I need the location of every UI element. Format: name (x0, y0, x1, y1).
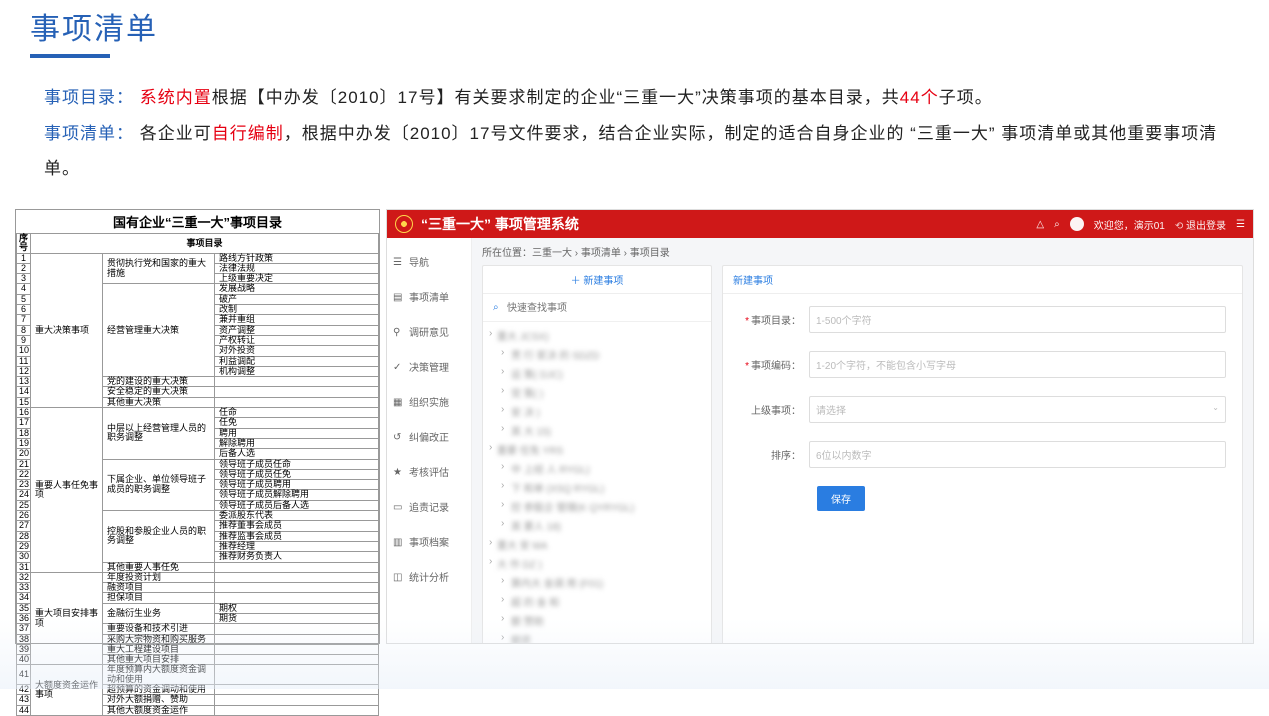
field-catalog-label: *事项目录： (739, 312, 809, 327)
table-row: 1重大决策事项贯彻执行党和国家的重大措施路线方针政策 (17, 253, 379, 263)
nav-item[interactable]: ◫ 统计分析 (387, 559, 471, 594)
nav-label: 事项档案 (409, 534, 449, 549)
nav-item[interactable]: ▤ 事项清单 (387, 279, 471, 314)
side-nav: ☰ 导航 ▤ 事项清单 ⚲ 调研意见 ✓ 决策管理 ▦ 组织实施 ↺ 纠偏改正 ★ 考核评估 ▭ 追责记录 ▥ 事… (387, 238, 472, 643)
catalog-table: 序号 事项目录 1重大决策事项贯彻执行党和国家的重大措施路线方针政策2法律法规3… (16, 233, 379, 716)
description-2: 事项清单： 各企业可自行编制，根据中办发〔2010〕17号文件要求，结合企业实际… (44, 116, 1229, 187)
menu-icon[interactable]: ☰ (1236, 219, 1245, 230)
table-row: 16重要人事任免事项中层以上经营管理人员的职务调整任命 (17, 408, 379, 418)
field-order-label: 排序： (739, 447, 809, 462)
nav-label: 决策管理 (409, 359, 449, 374)
nav-icon: ★ (393, 467, 403, 477)
tree-node[interactable]: 安 决 ) (489, 402, 709, 421)
new-item-button[interactable]: ＋ 新建事项 (483, 266, 711, 294)
nav-label: 导航 (409, 254, 429, 269)
table-row: 32重大项目安排事项年度投资计划 (17, 572, 379, 582)
nav-icon: ▥ (393, 537, 403, 547)
tree-node[interactable]: 下 和单 (XSQ RYGL) (489, 478, 709, 497)
nav-label: 追责记录 (409, 499, 449, 514)
nav-icon: ▤ (393, 292, 403, 302)
tree-node[interactable]: 额 赞助 (489, 611, 709, 630)
table-row: 41大额度资金运作事项年度预算内大额度资金调动和使用 (17, 665, 379, 685)
nav-label: 考核评估 (409, 464, 449, 479)
nav-label: 统计分析 (409, 569, 449, 584)
search-icon: ⌕ (493, 302, 499, 313)
tree-node[interactable]: 重要 任免 YRS (489, 440, 709, 459)
tree-node[interactable]: 算内大 金调 用 (F01) (489, 573, 709, 592)
catalog-table-panel: 国有企业“三重一大”事项目录 序号 事项目录 1重大决策事项贯彻执行党和国家的重… (15, 209, 380, 644)
field-order-input[interactable]: 6位以内数字 (809, 441, 1226, 468)
catalog-title: 国有企业“三重一大”事项目录 (16, 210, 379, 233)
breadcrumb: 所在位置：三重一大 › 事项清单 › 事项目录 (482, 244, 1243, 259)
tree-node[interactable]: 中 上经 人 RYGL) (489, 459, 709, 478)
emblem-icon (395, 215, 413, 233)
tree-node[interactable]: 重大 安 MA (489, 535, 709, 554)
notification-icon[interactable]: △ (1036, 219, 1044, 230)
description-1: 事项目录： 系统内置根据【中办发〔2010〕17号】有关要求制定的企业“三重一大… (44, 80, 1229, 116)
field-code-label: *事项编码： (739, 357, 809, 372)
chevron-down-icon: ⌄ (1212, 403, 1219, 412)
nav-icon: ▦ (393, 397, 403, 407)
save-button[interactable]: 保存 (817, 486, 865, 511)
tree-node[interactable]: 大 作 DZ ) (489, 554, 709, 573)
field-parent-label: 上级事项： (739, 402, 809, 417)
nav-item[interactable]: ☰ 导航 (387, 244, 471, 279)
tree-node[interactable]: 党 策( ) (489, 383, 709, 402)
search-icon[interactable]: ⌕ (1054, 219, 1060, 230)
title-underline (30, 54, 110, 58)
field-code-input[interactable]: 1-20个字符，不能包含小写字母 (809, 351, 1226, 378)
field-parent-select[interactable]: 请选择⌄ (809, 396, 1226, 423)
nav-item[interactable]: ▭ 追责记录 (387, 489, 471, 524)
tree-node[interactable]: 额资 (489, 630, 709, 643)
nav-item[interactable]: ✓ 决策管理 (387, 349, 471, 384)
nav-label: 组织实施 (409, 394, 449, 409)
nav-icon: ⚲ (393, 327, 403, 337)
tree-node[interactable]: 其 要人 18) (489, 516, 709, 535)
field-catalog-input[interactable]: 1-500个字符 (809, 306, 1226, 333)
app-header: “三重一大” 事项管理系统 △ ⌕ 欢迎您，演示01 ⟲ 退出登录 ☰ (387, 210, 1253, 238)
avatar-icon[interactable] (1070, 217, 1084, 231)
tree-panel: ＋ 新建事项 ⌕ 重大 JCSX)贯 行 家决 的 SDZD运 策( DJC)党… (482, 265, 712, 643)
nav-icon: ✓ (393, 362, 403, 372)
tree-search-input[interactable] (489, 300, 705, 317)
nav-label: 事项清单 (409, 289, 449, 304)
app-title: “三重一大” 事项管理系统 (421, 214, 579, 234)
app-screenshot: “三重一大” 事项管理系统 △ ⌕ 欢迎您，演示01 ⟲ 退出登录 ☰ ☰ 导航 ▤… (386, 209, 1254, 644)
slide-title: 事项清单 (30, 4, 1239, 48)
form-tab[interactable]: 新建事项 (723, 266, 1242, 294)
nav-icon: ☰ (393, 257, 403, 267)
nav-label: 调研意见 (409, 324, 449, 339)
nav-item[interactable]: ★ 考核评估 (387, 454, 471, 489)
tree-node[interactable]: 控 参股企 管理(K QYRYGL) (489, 497, 709, 516)
logout-link[interactable]: ⟲ 退出登录 (1175, 217, 1226, 232)
tree-node[interactable]: 重大 JCSX) (489, 326, 709, 345)
tree-node[interactable]: 运 策( DJC) (489, 364, 709, 383)
tree-node[interactable]: 超 的 金 和 (489, 592, 709, 611)
form-panel: 新建事项 *事项目录： 1-500个字符 *事项编码： 1-20个字符，不能包含… (722, 265, 1243, 643)
nav-icon: ↺ (393, 432, 403, 442)
tree-node[interactable]: 贯 行 家决 的 SDZD (489, 345, 709, 364)
nav-item[interactable]: ▦ 组织实施 (387, 384, 471, 419)
nav-item[interactable]: ⚲ 调研意见 (387, 314, 471, 349)
nav-icon: ▭ (393, 502, 403, 512)
nav-icon: ◫ (393, 572, 403, 582)
tree-node[interactable]: 其 大 15) (489, 421, 709, 440)
nav-item[interactable]: ▥ 事项档案 (387, 524, 471, 559)
welcome-text: 欢迎您，演示01 (1094, 217, 1165, 232)
col-items: 事项目录 (31, 234, 379, 254)
nav-label: 纠偏改正 (409, 429, 449, 444)
col-index: 序号 (17, 234, 31, 254)
nav-item[interactable]: ↺ 纠偏改正 (387, 419, 471, 454)
